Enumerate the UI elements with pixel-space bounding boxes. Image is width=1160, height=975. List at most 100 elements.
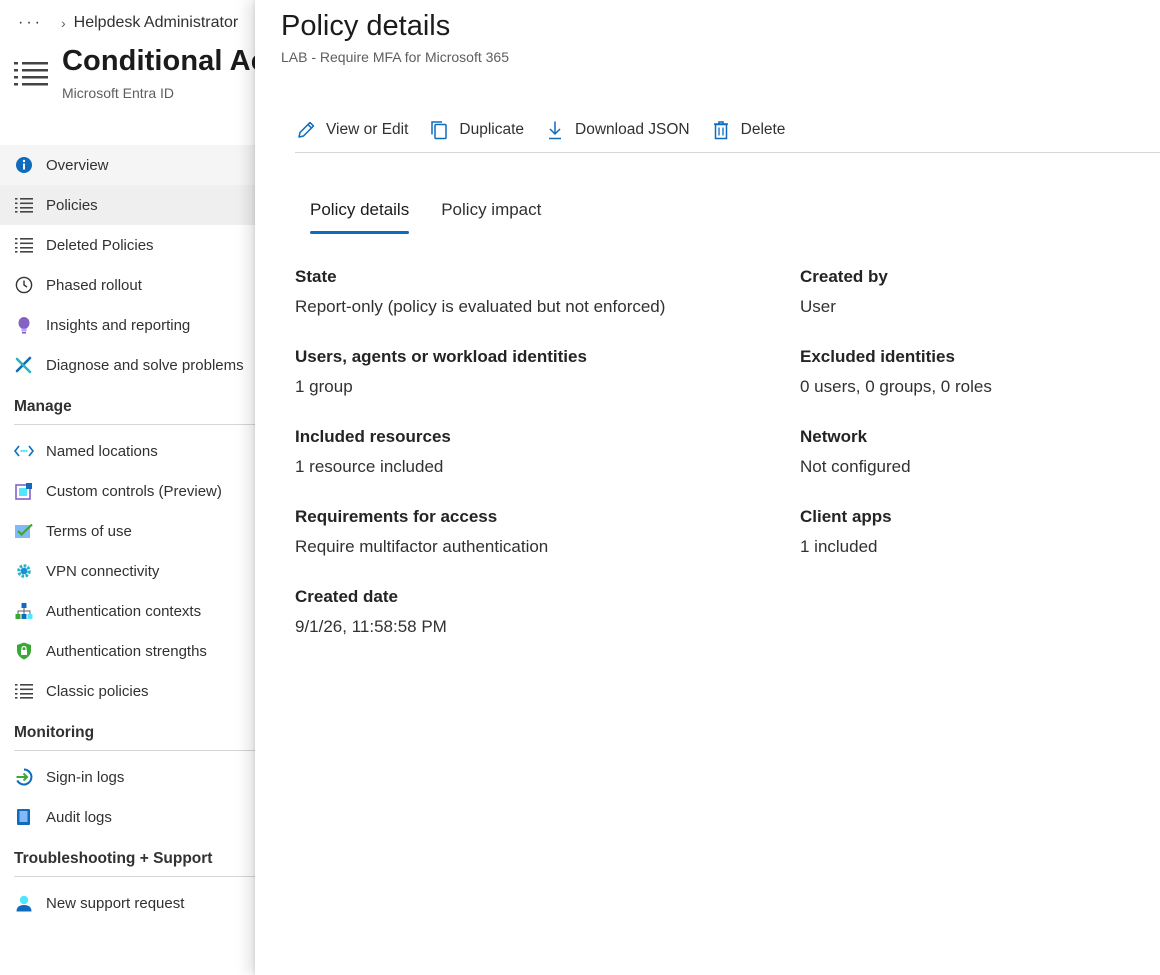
panel-title: Policy details — [281, 10, 451, 42]
field-users-identities: Users, agents or workload identities 1 g… — [295, 344, 765, 400]
nav-item-label: Insights and reporting — [46, 316, 191, 334]
network-arrows-icon — [14, 441, 34, 461]
policy-list-icon — [14, 62, 48, 86]
nav-menu: Overview Policies Deleted Policies Phase… — [0, 145, 265, 923]
nav-item-sign-in-logs[interactable]: Sign-in logs — [0, 757, 265, 797]
delete-button[interactable]: Delete — [710, 115, 786, 145]
field-state: State Report-only (policy is evaluated b… — [295, 264, 765, 320]
nav-item-label: Custom controls (Preview) — [46, 482, 222, 500]
nav-item-deleted-policies[interactable]: Deleted Policies — [0, 225, 265, 265]
nav-item-authentication-contexts[interactable]: Authentication contexts — [0, 591, 265, 631]
field-value: Not configured — [800, 457, 911, 476]
nav-item-label: Sign-in logs — [46, 768, 125, 786]
field-label: Included resources — [295, 427, 451, 446]
nav-item-policies[interactable]: Policies — [0, 185, 265, 225]
nav-item-named-locations[interactable]: Named locations — [0, 431, 265, 471]
book-icon — [14, 807, 34, 827]
pencil-icon — [295, 119, 317, 141]
view-edit-button[interactable]: View or Edit — [295, 115, 408, 145]
clock-icon — [14, 275, 34, 295]
nav-item-overview[interactable]: Overview — [0, 145, 265, 185]
field-value: Require multifactor authentication — [295, 537, 549, 556]
field-network: Network Not configured — [800, 424, 1140, 480]
field-value: 1 resource included — [295, 457, 444, 476]
field-value: 1 included — [800, 537, 878, 556]
delete-label: Delete — [740, 121, 786, 138]
wrench-icon — [14, 355, 34, 375]
info-icon — [14, 155, 34, 175]
nav-item-custom-controls[interactable]: Custom controls (Preview) — [0, 471, 265, 511]
nav-item-insights-reporting[interactable]: Insights and reporting — [0, 305, 265, 345]
field-created-date: Created date 9/1/26, 11:58:58 PM — [295, 584, 765, 640]
gear-icon — [14, 561, 34, 581]
download-json-button[interactable]: Download JSON — [544, 115, 690, 145]
nav-item-label: Authentication contexts — [46, 602, 202, 620]
nav-item-label: Authentication strengths — [46, 642, 207, 660]
nav-item-phased-rollout[interactable]: Phased rollout — [0, 265, 265, 305]
field-requirements-access: Requirements for access Require multifac… — [295, 504, 765, 560]
tab-policy-impact[interactable]: Policy impact — [441, 190, 541, 230]
trash-icon — [710, 119, 732, 141]
nav-item-new-support-request[interactable]: New support request — [0, 883, 265, 923]
field-label: Created date — [295, 587, 398, 606]
nav-item-label: Classic policies — [46, 682, 149, 700]
list-icon — [14, 235, 34, 255]
nav-item-label: Phased rollout — [46, 276, 142, 294]
field-client-apps: Client apps 1 included — [800, 504, 1140, 560]
download-icon — [544, 119, 566, 141]
field-label: Excluded identities — [800, 347, 955, 366]
field-value: User — [800, 297, 836, 316]
field-excluded-identities: Excluded identities 0 users, 0 groups, 0… — [800, 344, 1140, 400]
nav-section-manage: Manage — [0, 385, 265, 425]
field-created-by: Created by User — [800, 264, 1140, 320]
custom-controls-icon — [14, 481, 34, 501]
field-label: State — [295, 267, 337, 286]
field-label: Network — [800, 427, 868, 446]
download-json-label: Download JSON — [575, 121, 690, 138]
left-navigation: ··· › Helpdesk Administrator Conditional… — [0, 0, 265, 975]
chevron-right-icon: › — [60, 15, 66, 31]
lightbulb-icon — [14, 315, 34, 335]
view-edit-label: View or Edit — [326, 121, 409, 138]
checklist-icon — [14, 521, 34, 541]
field-value: 1 group — [295, 377, 353, 396]
nav-item-label: Named locations — [46, 442, 158, 460]
nav-item-terms-of-use[interactable]: Terms of use — [0, 511, 265, 551]
duplicate-label: Duplicate — [459, 121, 525, 138]
nav-item-label: Diagnose and solve problems — [46, 356, 244, 374]
field-value: 0 users, 0 groups, 0 roles — [800, 377, 992, 396]
sign-in-icon — [14, 767, 34, 787]
nav-item-label: VPN connectivity — [46, 562, 160, 580]
breadcrumb: ··· › Helpdesk Administrator — [18, 11, 238, 35]
nav-item-authentication-strengths[interactable]: Authentication strengths — [0, 631, 265, 671]
app-header: Conditional Access Microsoft Entra ID — [14, 44, 265, 104]
nav-item-label: Policies — [46, 196, 98, 214]
field-label: Requirements for access — [295, 507, 498, 526]
field-label: Client apps — [800, 507, 892, 526]
nav-section-troubleshooting: Troubleshooting + Support — [0, 837, 265, 877]
field-label: Users, agents or workload identities — [295, 347, 587, 366]
breadcrumb-link[interactable]: Helpdesk Administrator — [74, 14, 239, 32]
tab-policy-details[interactable]: Policy details — [310, 190, 410, 234]
nav-item-label: New support request — [46, 894, 185, 912]
nav-item-classic-policies[interactable]: Classic policies — [0, 671, 265, 711]
duplicate-button[interactable]: Duplicate — [428, 115, 524, 145]
nav-item-label: Audit logs — [46, 808, 112, 826]
nav-item-diagnose-solve[interactable]: Diagnose and solve problems — [0, 345, 265, 385]
app-subtitle: Microsoft Entra ID — [62, 85, 175, 101]
field-included-resources: Included resources 1 resource included — [295, 424, 765, 480]
person-support-icon — [14, 893, 34, 913]
panel-subtitle: LAB - Require MFA for Microsoft 365 — [281, 49, 509, 65]
nav-item-label: Overview — [46, 156, 109, 174]
command-bar: View or Edit Duplicate Download JSON Del… — [295, 115, 1160, 153]
list-icon — [14, 195, 34, 215]
nav-item-audit-logs[interactable]: Audit logs — [0, 797, 265, 837]
field-value: Report-only (policy is evaluated but not… — [295, 297, 666, 316]
nav-item-vpn-connectivity[interactable]: VPN connectivity — [0, 551, 265, 591]
nav-item-label: Deleted Policies — [46, 236, 154, 254]
tab-list: Policy details Policy impact — [310, 190, 573, 236]
nav-item-label: Terms of use — [46, 522, 132, 540]
field-label: Created by — [800, 267, 888, 286]
field-value: 9/1/26, 11:58:58 PM — [295, 617, 447, 636]
more-icon[interactable]: ··· — [18, 14, 43, 32]
